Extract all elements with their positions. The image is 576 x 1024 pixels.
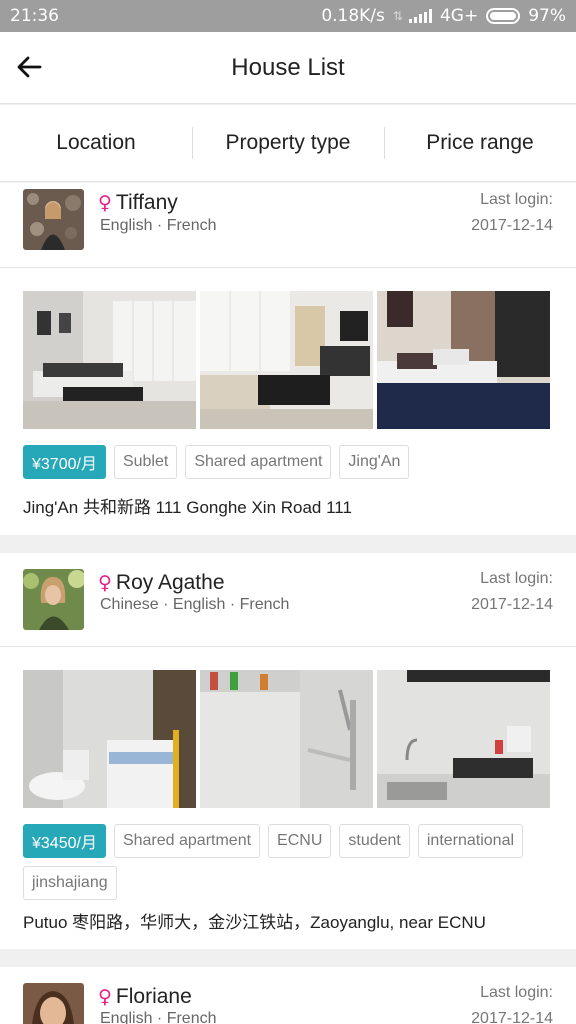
network-type: 4G+ [439,6,479,26]
last-login-label: Last login: [480,191,553,208]
owner-name: Roy Agathe [115,571,225,594]
listing-photo[interactable] [23,291,196,429]
listing-card[interactable]: ♀ Tiffany English · French Last login: 2… [0,183,576,535]
listing-card[interactable]: ♀ Floriane English · French Last login: … [0,967,576,1024]
last-login-date: 2017-12-14 [471,596,553,613]
listing-owner-row[interactable]: ♀ Roy Agathe Chinese · English · French … [0,553,576,647]
listing-tag: Jing'An [339,445,410,479]
battery-icon [486,8,521,24]
signal-icon [408,9,432,23]
listing-tag: ECNU [268,824,332,858]
listing-tags: ¥3450/月 Shared apartment ECNU student in… [23,824,553,900]
listing-tag: Shared apartment [113,824,261,858]
listing-photos [23,670,553,808]
owner-name-row: ♀ Floriane [98,985,192,1009]
listing-tags: ¥3700/月 Sublet Shared apartment Jing'An [23,445,553,479]
listing-owner-row[interactable]: ♀ Floriane English · French Last login: … [0,967,576,1024]
owner-languages: English · French [100,217,217,234]
listing-tag: student [339,824,410,858]
owner-name-row: ♀ Roy Agathe [98,571,225,595]
owner-name-row: ♀ Tiffany [98,191,178,215]
listing-photo[interactable] [377,291,550,429]
listing-photo[interactable] [200,670,373,808]
status-time: 21:36 [10,6,59,26]
filter-property-type[interactable]: Property type [192,127,384,159]
avatar [23,983,84,1024]
female-icon: ♀ [98,572,112,594]
last-login-label: Last login: [480,984,553,1001]
owner-languages: Chinese · English · French [100,596,290,613]
price-tag: ¥3700/月 [23,445,106,479]
filter-price-range[interactable]: Price range [384,127,576,159]
network-speed: 0.18K/s [321,6,385,26]
listing-body: ¥3700/月 Sublet Shared apartment Jing'An … [0,268,576,535]
filter-location[interactable]: Location [0,131,192,155]
listing-card[interactable]: ♀ Roy Agathe Chinese · English · French … [0,553,576,949]
listing-photos [23,291,553,429]
owner-name: Floriane [115,985,192,1008]
price-tag: ¥3450/月 [23,824,106,858]
listing-tag: international [417,824,524,858]
listing-tag: Sublet [113,445,178,479]
listing-list[interactable]: ♀ Tiffany English · French Last login: 2… [0,183,576,1024]
battery-level: 97% [528,6,566,26]
status-right: 0.18K/s ⇅ 4G+ 97% [321,6,566,26]
avatar [23,189,84,250]
last-login-date: 2017-12-14 [471,217,553,234]
listing-tag: Shared apartment [185,445,332,479]
app-bar: House List [0,32,576,104]
back-arrow-icon [17,56,42,78]
page-title: House List [231,53,345,81]
owner-name: Tiffany [115,191,178,214]
filter-bar: Location Property type Price range [0,105,576,182]
back-button[interactable] [12,50,46,84]
avatar [23,569,84,630]
listing-tag: jinshajiang [23,866,117,900]
listing-owner-row[interactable]: ♀ Tiffany English · French Last login: 2… [0,183,576,268]
listing-address: Putuo 枣阳路，华师大，金沙江铁站，Zaoyanglu, near ECNU [23,913,486,932]
listing-address: Jing'An 共和新路 111 Gonghe Xin Road 111 [23,498,352,517]
listing-photo[interactable] [377,670,550,808]
last-login-date: 2017-12-14 [471,1010,553,1024]
owner-languages: English · French [100,1010,217,1024]
status-bar: 21:36 0.18K/s ⇅ 4G+ 97% [0,0,576,32]
data-transfer-icon: ⇅ [392,9,403,23]
female-icon: ♀ [98,986,112,1008]
listing-photo[interactable] [23,670,196,808]
listing-photo[interactable] [200,291,373,429]
listing-body: ¥3450/月 Shared apartment ECNU student in… [0,647,576,949]
last-login-label: Last login: [480,570,553,587]
female-icon: ♀ [98,192,112,214]
